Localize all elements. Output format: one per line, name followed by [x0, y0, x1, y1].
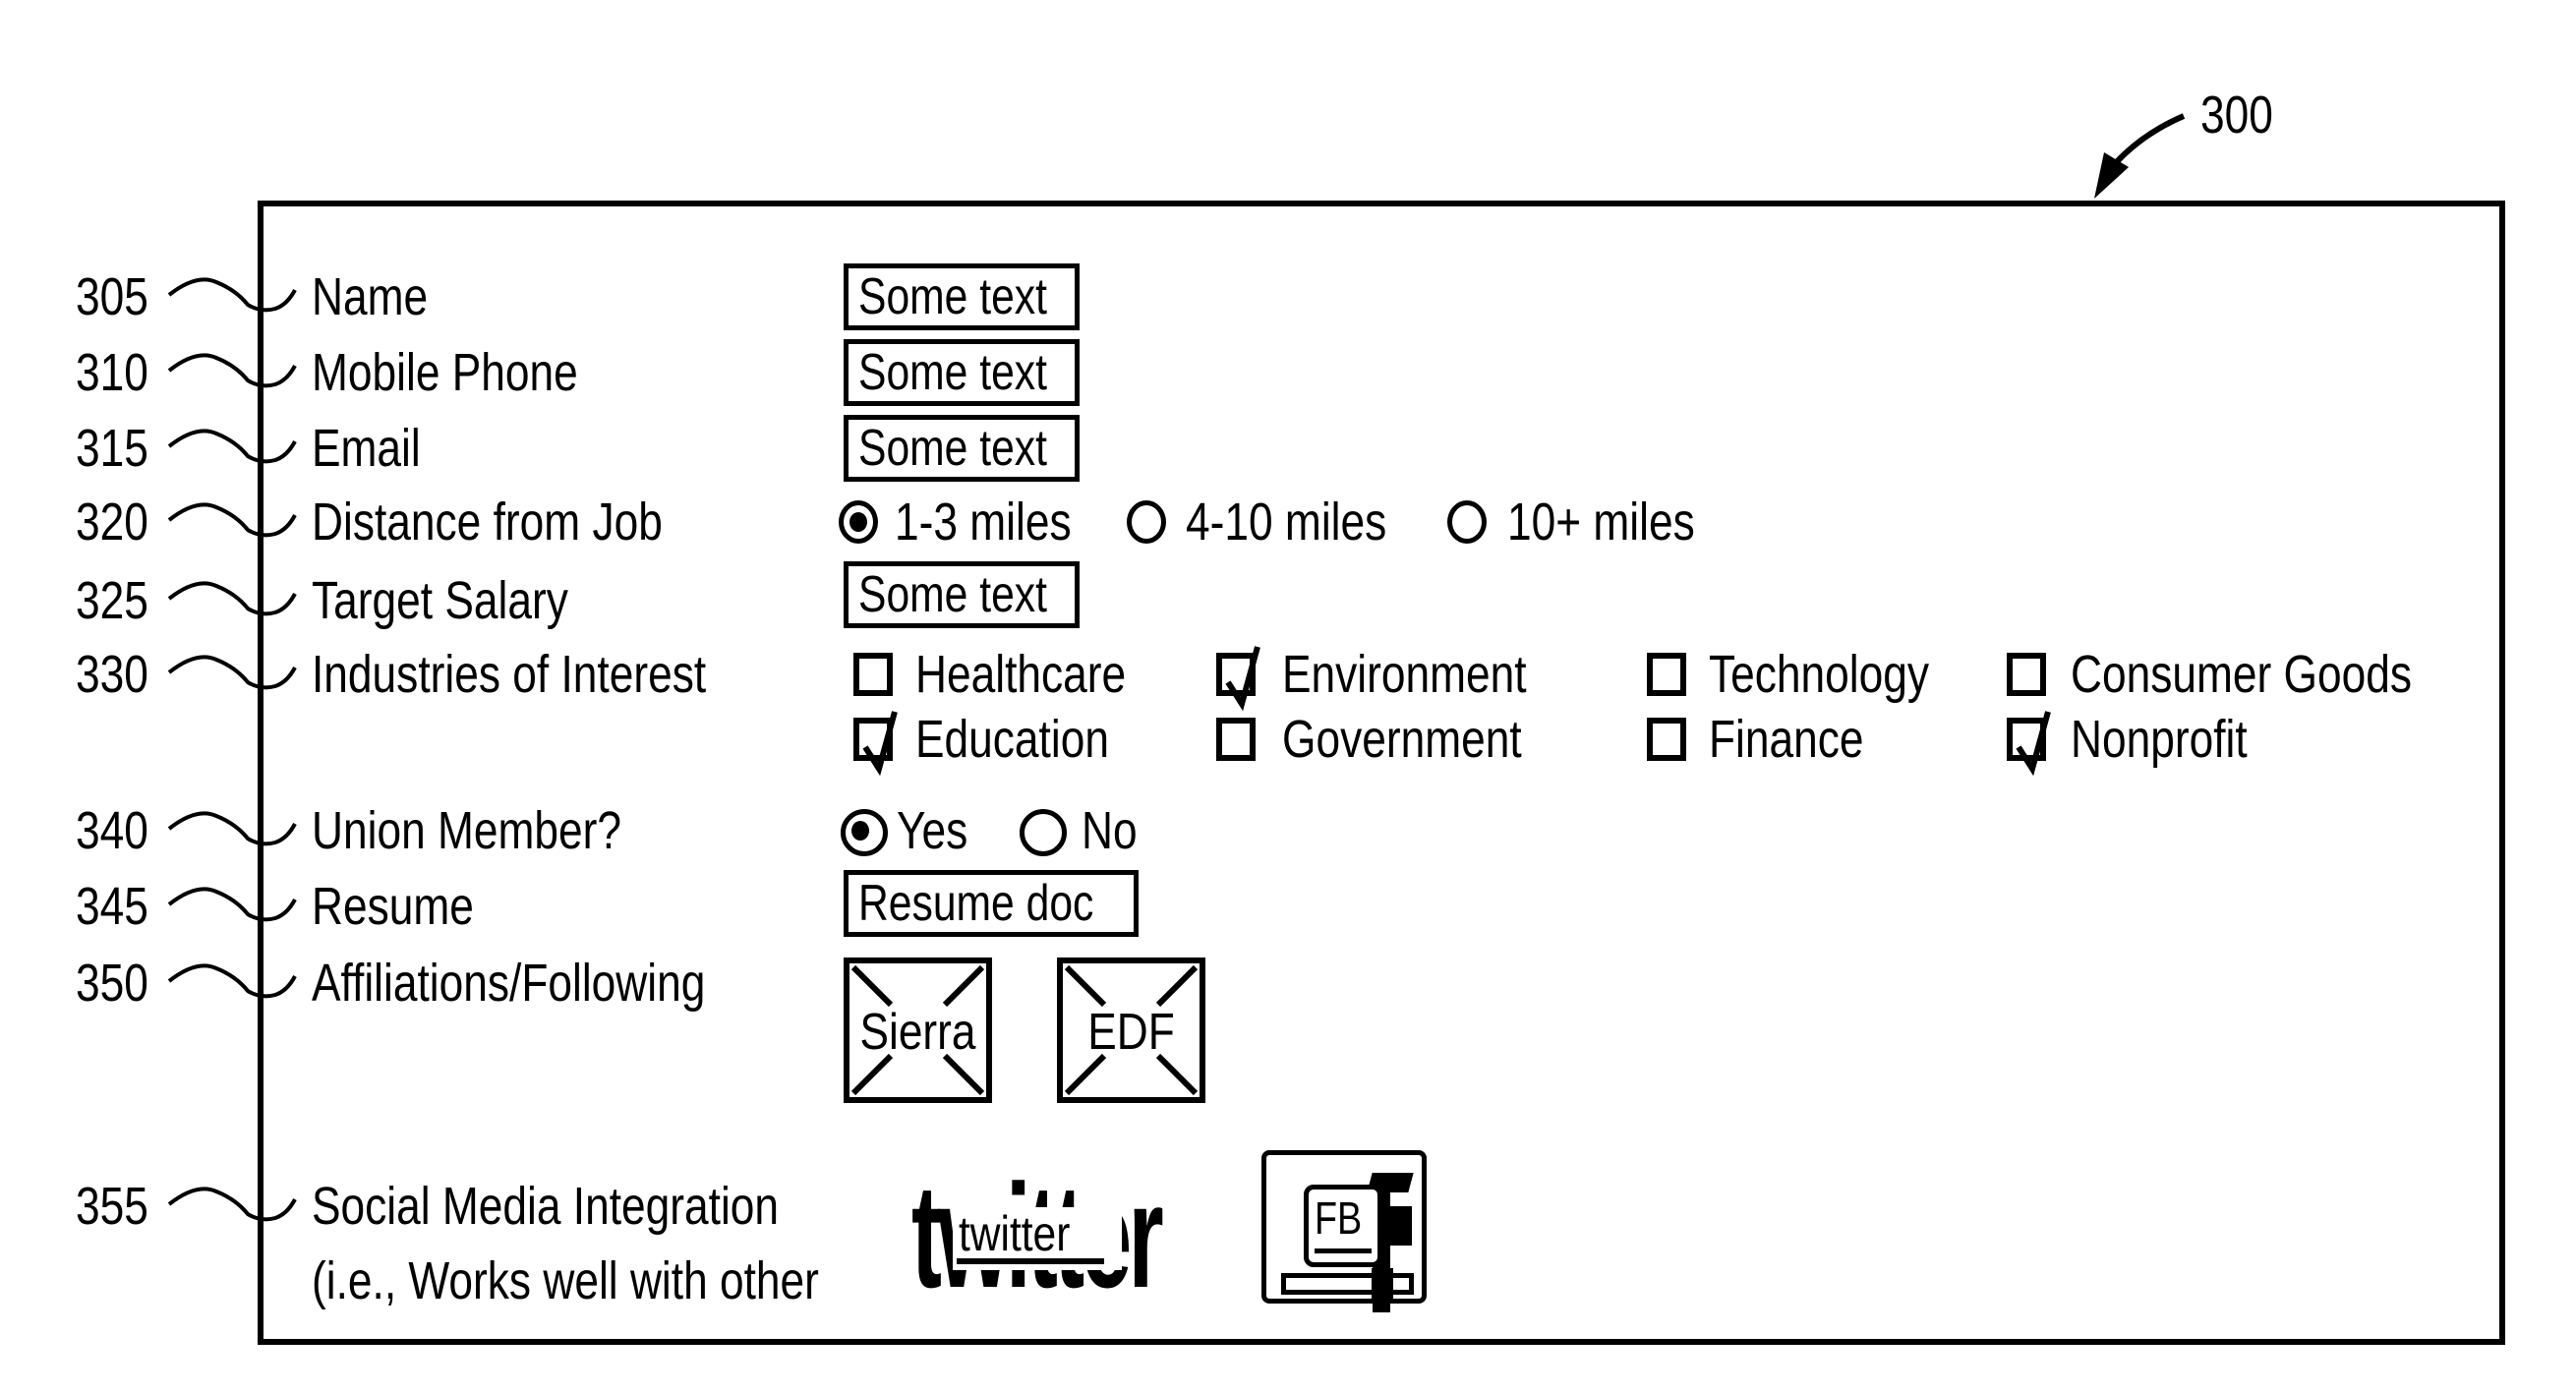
union-radio-yes[interactable]	[841, 809, 888, 856]
label-affiliations: Affiliations/Following	[312, 954, 706, 1013]
facebook-logo-icon[interactable]: FB	[1261, 1150, 1427, 1312]
checkbox-government[interactable]	[1216, 718, 1256, 761]
ref-350: 350	[76, 954, 148, 1013]
checkbox-label: Government	[1282, 710, 1522, 769]
checkbox-label: Nonprofit	[2071, 710, 2248, 769]
checkbox-technology[interactable]	[1647, 653, 1686, 696]
twitter-logo-icon[interactable]: twitter twitter	[911, 1162, 1167, 1317]
target-salary-input[interactable]: Some text	[844, 561, 1080, 628]
checkbox-nonprofit[interactable]	[2007, 711, 2051, 777]
checkbox-label: Environment	[1282, 645, 1527, 704]
ref-330: 330	[76, 645, 148, 704]
checkbox-label: Education	[915, 710, 1109, 769]
label-social-media: Social Media Integration	[312, 1177, 780, 1236]
checkbox-consumer-goods[interactable]	[2007, 653, 2046, 696]
union-radio-no[interactable]	[1020, 809, 1067, 856]
distance-radio-4-10[interactable]	[1127, 500, 1166, 544]
email-input-value: Some text	[858, 420, 1047, 477]
label-union-member: Union Member?	[312, 801, 622, 860]
distance-radio-1-3[interactable]	[839, 500, 878, 544]
ref-340: 340	[76, 801, 148, 860]
target-salary-input-value: Some text	[858, 566, 1047, 623]
resume-upload-button[interactable]: Resume doc	[844, 870, 1139, 937]
checkbox-environment[interactable]	[1216, 646, 1260, 712]
checkbox-finance[interactable]	[1647, 718, 1686, 761]
label-distance-from-job: Distance from Job	[312, 493, 663, 551]
ref-345: 345	[76, 877, 148, 936]
checkbox-healthcare[interactable]	[853, 653, 893, 696]
name-input-value: Some text	[858, 268, 1047, 325]
ref-315: 315	[76, 419, 148, 478]
checkmark-icon	[862, 711, 898, 777]
affiliation-label: EDF	[1087, 1004, 1175, 1061]
checkbox-label: Consumer Goods	[2071, 645, 2413, 704]
ref-320: 320	[76, 493, 148, 551]
figure-reference-number: 300	[2200, 86, 2273, 145]
mobile-phone-input[interactable]: Some text	[844, 339, 1080, 406]
checkmark-icon	[1225, 646, 1260, 712]
union-option-label: Yes	[897, 801, 968, 860]
email-input[interactable]: Some text	[844, 415, 1080, 482]
distance-option-label: 1-3 miles	[895, 493, 1072, 551]
twitter-underline	[957, 1258, 1104, 1264]
label-industries-of-interest: Industries of Interest	[312, 645, 707, 704]
affiliation-tile-sierra[interactable]: Sierra	[844, 958, 992, 1103]
checkbox-label: Technology	[1709, 645, 1930, 704]
checkbox-label: Healthcare	[915, 645, 1127, 704]
label-target-salary: Target Salary	[312, 571, 568, 630]
label-resume: Resume	[312, 877, 474, 936]
distance-option-label: 10+ miles	[1507, 493, 1695, 551]
affiliation-tile-edf[interactable]: EDF	[1057, 958, 1205, 1103]
ref-355: 355	[76, 1177, 148, 1236]
distance-option-label: 4-10 miles	[1186, 493, 1387, 551]
fb-underline	[1315, 1248, 1372, 1253]
checkmark-icon	[2016, 711, 2051, 777]
ref-325: 325	[76, 571, 148, 630]
fb-f-foot	[1372, 1268, 1393, 1301]
twitter-label-box: twitter	[953, 1207, 1122, 1270]
affiliation-label: Sierra	[859, 1004, 976, 1061]
ref-310: 310	[76, 343, 148, 402]
label-name: Name	[312, 267, 429, 326]
fb-bottom-bar	[1281, 1273, 1414, 1295]
name-input[interactable]: Some text	[844, 263, 1080, 330]
ref-305: 305	[76, 267, 148, 326]
label-mobile-phone: Mobile Phone	[312, 343, 578, 402]
mobile-phone-input-value: Some text	[858, 344, 1047, 401]
twitter-label: twitter	[959, 1206, 1071, 1261]
checkbox-education[interactable]	[853, 711, 898, 777]
resume-file-name: Resume doc	[858, 875, 1094, 932]
label-email: Email	[312, 419, 421, 478]
checkbox-label: Finance	[1709, 710, 1864, 769]
label-social-media-line2: (i.e., Works well with other	[312, 1251, 819, 1310]
union-option-label: No	[1082, 801, 1138, 860]
fb-inner-box: FB	[1304, 1185, 1382, 1267]
fb-label: FB	[1315, 1192, 1363, 1244]
distance-radio-10-plus[interactable]	[1447, 500, 1487, 544]
